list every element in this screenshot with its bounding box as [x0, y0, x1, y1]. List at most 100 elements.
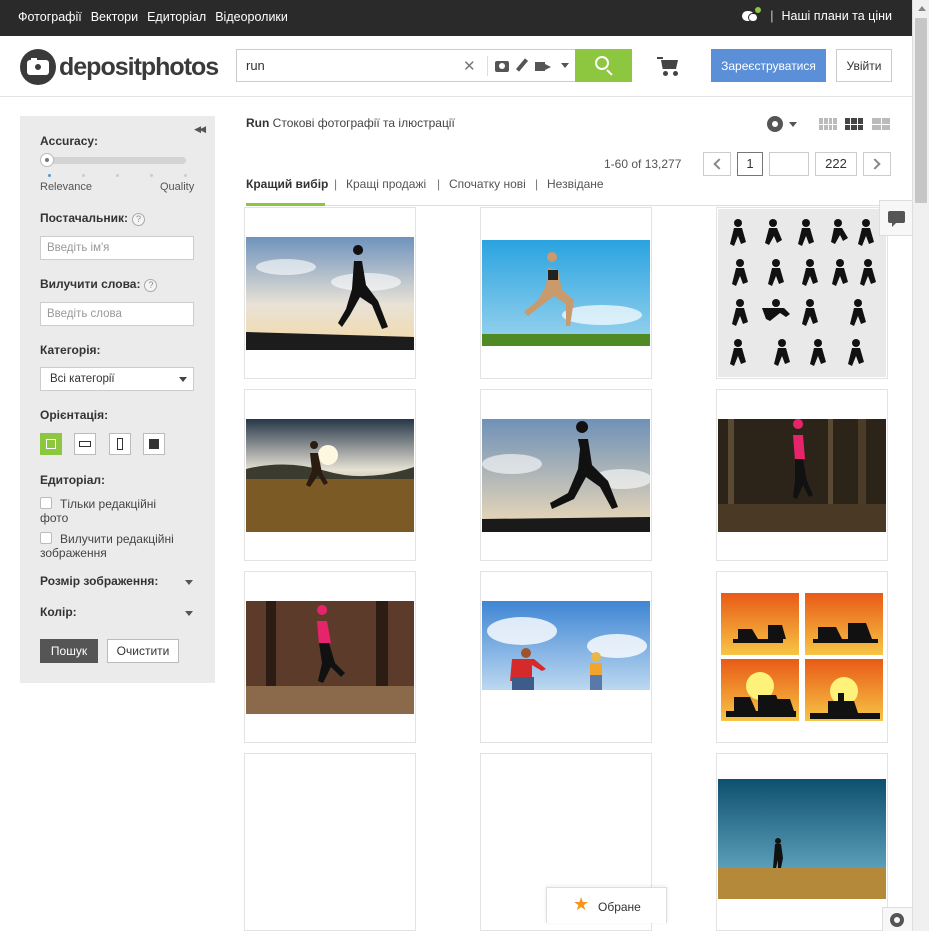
chevron-down-icon	[179, 377, 187, 382]
mother-child-thumbnail	[482, 601, 650, 690]
orientation-all-button[interactable]	[40, 433, 62, 455]
color-dropdown[interactable]: Колір:	[40, 605, 77, 619]
cart-icon[interactable]	[657, 57, 681, 77]
image-card[interactable]	[480, 207, 652, 379]
current-page[interactable]: 1	[737, 152, 763, 176]
exclude-editorial-label: Вилучити редакційні зображення	[40, 532, 174, 560]
chevron-down-icon[interactable]	[561, 62, 569, 68]
clear-search-icon[interactable]: ✕	[463, 57, 476, 75]
runner-forest-pink-thumbnail	[718, 419, 886, 532]
runner-meadow-thumbnail	[482, 240, 650, 346]
search-button[interactable]	[575, 49, 632, 82]
vector-pen-icon[interactable]	[515, 58, 529, 72]
image-card[interactable]	[244, 571, 416, 743]
next-page-button[interactable]	[863, 152, 891, 176]
help-icon[interactable]: ?	[144, 279, 158, 292]
image-card[interactable]	[716, 753, 888, 931]
sort-tabs: Кращий вибір | Кращі продажі | Спочатку …	[246, 176, 893, 206]
chevron-down-icon[interactable]	[185, 611, 193, 616]
collapse-sidebar-icon[interactable]: ◀◀	[194, 124, 206, 135]
view-small-grid-icon[interactable]	[819, 118, 837, 130]
settings-gear-icon[interactable]	[882, 907, 912, 931]
chevron-down-icon[interactable]	[185, 580, 193, 585]
search-filters-button[interactable]: Пошук	[40, 639, 98, 663]
runner-autumn-thumbnail	[246, 601, 414, 714]
search-icon	[595, 56, 609, 70]
horses-sunset-thumbnail	[721, 593, 883, 721]
category-select[interactable]: Всі категорії	[40, 367, 194, 391]
chat-icon[interactable]	[742, 7, 762, 23]
accuracy-label: Accuracy:	[40, 134, 99, 148]
image-card[interactable]	[244, 753, 416, 931]
top-bar: Фотографії Вектори Едиторіал Відеоролики…	[0, 0, 912, 36]
image-card[interactable]	[244, 389, 416, 561]
accuracy-slider[interactable]	[44, 157, 186, 164]
nav-photos[interactable]: Фотографії	[18, 10, 82, 24]
image-size-dropdown[interactable]: Розмір зображення:	[40, 574, 158, 588]
image-card[interactable]	[244, 207, 416, 379]
settings-gear-icon[interactable]	[767, 116, 783, 132]
relevance-label: Relevance	[40, 181, 92, 193]
soccer-silhouettes-thumbnail	[718, 209, 886, 377]
video-icon[interactable]	[535, 59, 551, 71]
tab-best-match[interactable]: Кращий вибір	[246, 177, 328, 191]
chevron-down-icon[interactable]	[789, 122, 797, 127]
total-pages[interactable]: 222	[815, 152, 857, 176]
nav-videos[interactable]: Відеоролики	[215, 10, 288, 24]
register-button[interactable]: Зареєструватися	[711, 49, 826, 82]
scrollbar-thumb[interactable]	[915, 18, 927, 203]
favorites-button[interactable]: ★ Обране	[546, 887, 667, 923]
image-card[interactable]	[716, 389, 888, 561]
tab-newest[interactable]: Спочатку нові	[449, 177, 526, 191]
breadcrumb: Run Стокові фотографії та ілюстрації	[246, 116, 455, 130]
plans-link[interactable]: Наші плани та ціни	[782, 9, 892, 23]
top-right: | Наші плани та ціни	[742, 7, 892, 23]
orientation-label: Орієнтація:	[40, 408, 109, 422]
top-nav: Фотографії Вектори Едиторіал Відеоролики	[18, 10, 288, 24]
supplier-input[interactable]	[40, 236, 194, 260]
editorial-label: Едиторіал:	[40, 473, 106, 487]
feedback-chat-button[interactable]	[879, 200, 912, 236]
tab-undiscovered[interactable]: Незвідане	[547, 177, 604, 191]
login-button[interactable]: Увійти	[836, 49, 892, 82]
orientation-square-button[interactable]	[143, 433, 165, 455]
prev-page-button[interactable]	[703, 152, 731, 176]
nav-vectors[interactable]: Вектори	[91, 10, 138, 24]
runner-sunset-thumbnail	[246, 237, 414, 350]
clear-filters-button[interactable]: Очистити	[107, 639, 179, 663]
category-label: Категорія:	[40, 343, 101, 357]
image-card[interactable]	[480, 389, 652, 561]
image-card[interactable]	[716, 207, 888, 379]
chat-bubble-icon	[888, 211, 905, 227]
orientation-vertical-button[interactable]	[109, 433, 131, 455]
view-large-grid-icon[interactable]	[872, 118, 890, 130]
exclude-words-input[interactable]	[40, 302, 194, 326]
tab-best-selling[interactable]: Кращі продажі	[346, 177, 426, 191]
search-type-tools	[495, 58, 569, 72]
chevron-right-icon	[869, 158, 881, 170]
exclude-words-label: Вилучити слова:?	[40, 277, 158, 292]
filters-sidebar: ◀◀ Accuracy: Relevance Quality Постачаль…	[20, 116, 215, 683]
logo[interactable]: depositphotos	[20, 49, 219, 85]
scroll-up-arrow-icon[interactable]	[918, 6, 926, 11]
runner-clouds-thumbnail	[482, 419, 650, 532]
quality-label: Quality	[160, 181, 195, 193]
page-scrollbar[interactable]	[912, 0, 929, 931]
logo-text: depositphotos	[59, 52, 219, 81]
search-box: ✕	[236, 49, 576, 82]
editorial-only-label: Тільки редакційні фото	[40, 497, 157, 525]
supplier-label: Постачальник:?	[40, 211, 145, 226]
photo-icon[interactable]	[495, 60, 509, 72]
search-input[interactable]	[237, 50, 457, 81]
result-count: 1-60 of 13,277	[604, 157, 682, 171]
image-card[interactable]	[480, 571, 652, 743]
view-medium-grid-icon[interactable]	[845, 118, 863, 130]
help-icon[interactable]: ?	[132, 213, 145, 226]
star-icon: ★	[573, 894, 590, 914]
image-card[interactable]	[716, 571, 888, 743]
nav-editorial[interactable]: Едиторіал	[147, 10, 206, 24]
chevron-left-icon	[713, 158, 725, 170]
page-input[interactable]	[769, 152, 809, 176]
accuracy-slider-handle[interactable]	[40, 153, 54, 167]
orientation-horizontal-button[interactable]	[74, 433, 96, 455]
